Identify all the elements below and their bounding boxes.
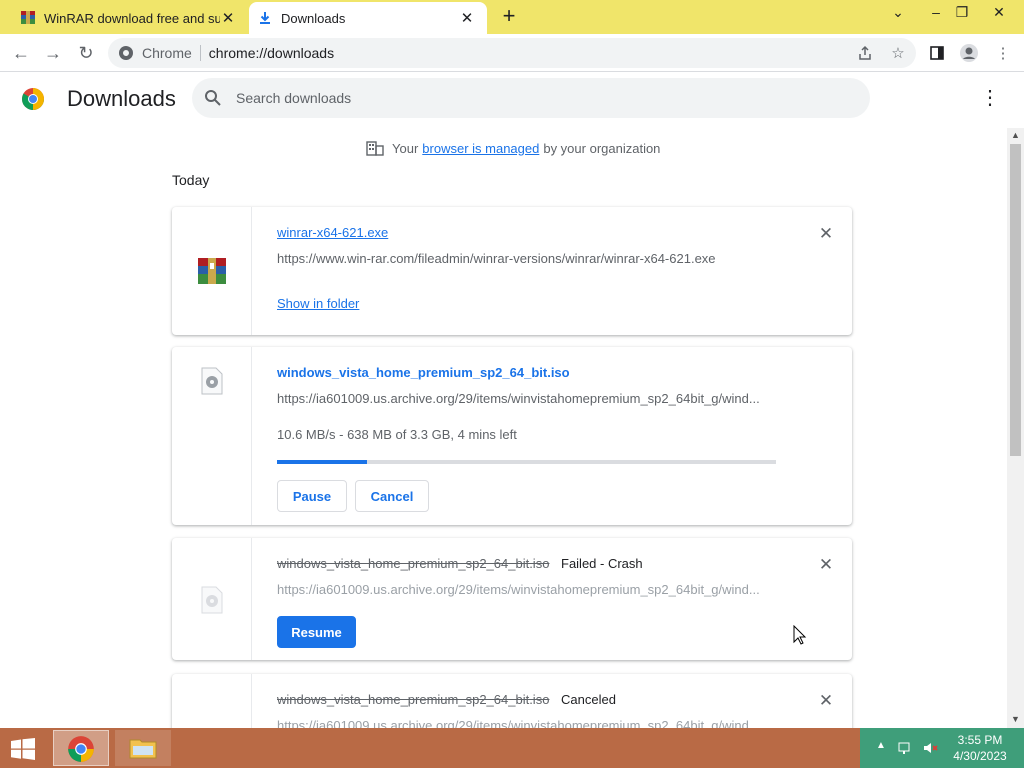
download-status: Canceled bbox=[561, 692, 616, 707]
download-progress-text: 10.6 MB/s - 638 MB of 3.3 GB, 4 mins lef… bbox=[277, 427, 517, 442]
windows-taskbar: ▲ 3:55 PM 4/30/2023 bbox=[0, 728, 1024, 768]
download-filename: windows_vista_home_premium_sp2_64_bit.is… bbox=[277, 556, 550, 571]
generic-file-icon bbox=[201, 367, 223, 395]
show-hidden-icons-icon[interactable]: ▲ bbox=[876, 740, 886, 751]
file-icon-column bbox=[172, 207, 252, 335]
share-icon[interactable] bbox=[854, 42, 876, 64]
profile-avatar-icon[interactable] bbox=[958, 42, 980, 64]
download-source-url[interactable]: https://ia601009.us.archive.org/29/items… bbox=[277, 718, 760, 728]
file-icon-column bbox=[172, 347, 252, 525]
tab-downloads[interactable]: Downloads ✕ bbox=[249, 2, 487, 34]
scroll-down-arrow-icon[interactable]: ▼ bbox=[1011, 714, 1020, 724]
download-status: Failed - Crash bbox=[561, 556, 643, 571]
cancel-button[interactable]: Cancel bbox=[355, 480, 429, 512]
search-downloads-input[interactable]: Search downloads bbox=[192, 78, 870, 118]
network-icon[interactable] bbox=[898, 740, 914, 756]
download-filename-link[interactable]: winrar-x64-621.exe bbox=[277, 225, 388, 240]
building-icon bbox=[366, 141, 384, 156]
download-filename: windows_vista_home_premium_sp2_64_bit.is… bbox=[277, 692, 550, 707]
downloads-list: Your browser is managed by your organiza… bbox=[0, 128, 1007, 728]
tab-title: Downloads bbox=[281, 10, 346, 26]
download-item-in-progress: windows_vista_home_premium_sp2_64_bit.is… bbox=[172, 347, 852, 525]
browser-managed-link[interactable]: browser is managed bbox=[422, 141, 539, 156]
volume-muted-icon[interactable] bbox=[922, 740, 938, 756]
browser-toolbar: ← → ↻ Chrome chrome://downloads ☆ ⋮ bbox=[0, 34, 1024, 72]
scroll-up-arrow-icon[interactable]: ▲ bbox=[1011, 130, 1020, 140]
remove-item-icon[interactable]: ✕ bbox=[818, 692, 834, 709]
side-panel-icon[interactable] bbox=[926, 42, 948, 64]
managed-prefix: Your bbox=[392, 140, 419, 156]
windows-logo-icon bbox=[11, 738, 35, 760]
winrar-favicon-icon bbox=[21, 11, 35, 24]
tab-winrar[interactable]: WinRAR download free and supp ✕ bbox=[12, 2, 248, 34]
download-progress-bar bbox=[277, 460, 776, 464]
winrar-file-icon bbox=[198, 258, 226, 284]
show-in-folder-link[interactable]: Show in folder bbox=[277, 296, 359, 311]
back-icon[interactable]: ← bbox=[10, 42, 32, 64]
reload-icon[interactable]: ↻ bbox=[75, 42, 97, 64]
taskbar-chrome[interactable] bbox=[53, 730, 109, 766]
search-placeholder: Search downloads bbox=[236, 90, 352, 106]
downloads-header: Downloads Search downloads ⋮ bbox=[0, 72, 1024, 128]
file-icon-column bbox=[172, 674, 252, 728]
minimize-icon[interactable]: – bbox=[922, 2, 950, 22]
taskbar-file-explorer[interactable] bbox=[115, 730, 171, 766]
remove-item-icon[interactable]: ✕ bbox=[818, 225, 834, 242]
page-scrollbar[interactable]: ▲ ▼ bbox=[1007, 128, 1024, 728]
tab-title: WinRAR download free and supp bbox=[44, 10, 220, 26]
restore-icon[interactable]: ❐ bbox=[948, 2, 976, 22]
managed-suffix: by your organization bbox=[543, 140, 661, 156]
tab-search-chevron-icon[interactable]: ⌄ bbox=[884, 2, 912, 22]
file-icon-column bbox=[172, 538, 252, 660]
browser-menu-icon[interactable]: ⋮ bbox=[992, 42, 1014, 64]
omnibox-separator bbox=[199, 45, 201, 61]
taskbar-clock[interactable]: 3:55 PM 4/30/2023 bbox=[945, 732, 1015, 764]
managed-notice: Your browser is managed by your organiza… bbox=[366, 140, 660, 156]
omnibox-url: chrome://downloads bbox=[208, 45, 335, 61]
omnibox-site-label: Chrome bbox=[142, 45, 192, 61]
start-button[interactable] bbox=[0, 730, 48, 766]
resume-button[interactable]: Resume bbox=[277, 616, 356, 648]
close-window-icon[interactable]: ✕ bbox=[985, 2, 1013, 22]
download-item-failed: windows_vista_home_premium_sp2_64_bit.is… bbox=[172, 538, 852, 660]
system-tray: ▲ 3:55 PM 4/30/2023 bbox=[860, 728, 1024, 768]
folder-icon bbox=[129, 739, 157, 759]
scrollbar-thumb[interactable] bbox=[1010, 144, 1021, 456]
close-tab-icon[interactable]: ✕ bbox=[220, 10, 236, 27]
download-item-winrar: winrar-x64-621.exe https://www.win-rar.c… bbox=[172, 207, 852, 335]
address-bar[interactable]: Chrome chrome://downloads bbox=[108, 38, 916, 68]
download-icon bbox=[260, 12, 270, 24]
download-progress-fill bbox=[277, 460, 367, 464]
tab-strip: WinRAR download free and supp ✕ Download… bbox=[0, 0, 1024, 34]
chrome-logo-icon bbox=[22, 88, 44, 110]
download-filename[interactable]: windows_vista_home_premium_sp2_64_bit.is… bbox=[277, 365, 570, 380]
new-tab-button[interactable]: + bbox=[500, 5, 518, 27]
page-title: Downloads bbox=[67, 86, 176, 111]
clock-time: 3:55 PM bbox=[957, 733, 1003, 747]
chrome-logo-icon bbox=[68, 736, 94, 762]
mouse-cursor-icon bbox=[793, 625, 807, 645]
forward-icon[interactable]: → bbox=[42, 42, 64, 64]
remove-item-icon[interactable]: ✕ bbox=[818, 556, 834, 573]
date-section-heading: Today bbox=[172, 172, 210, 188]
download-item-canceled: windows_vista_home_premium_sp2_64_bit.is… bbox=[172, 674, 852, 728]
more-actions-icon[interactable]: ⋮ bbox=[980, 86, 1000, 110]
clock-date: 4/30/2023 bbox=[953, 749, 1007, 763]
download-source-url[interactable]: https://www.win-rar.com/fileadmin/winrar… bbox=[277, 251, 716, 266]
chrome-logo-icon bbox=[119, 46, 133, 60]
download-source-url[interactable]: https://ia601009.us.archive.org/29/items… bbox=[277, 391, 760, 406]
generic-file-icon bbox=[201, 586, 223, 614]
search-icon bbox=[205, 90, 221, 106]
download-source-url[interactable]: https://ia601009.us.archive.org/29/items… bbox=[277, 582, 760, 597]
pause-button[interactable]: Pause bbox=[277, 480, 347, 512]
bookmark-star-icon[interactable]: ☆ bbox=[887, 42, 909, 64]
close-tab-icon[interactable]: ✕ bbox=[459, 10, 475, 27]
